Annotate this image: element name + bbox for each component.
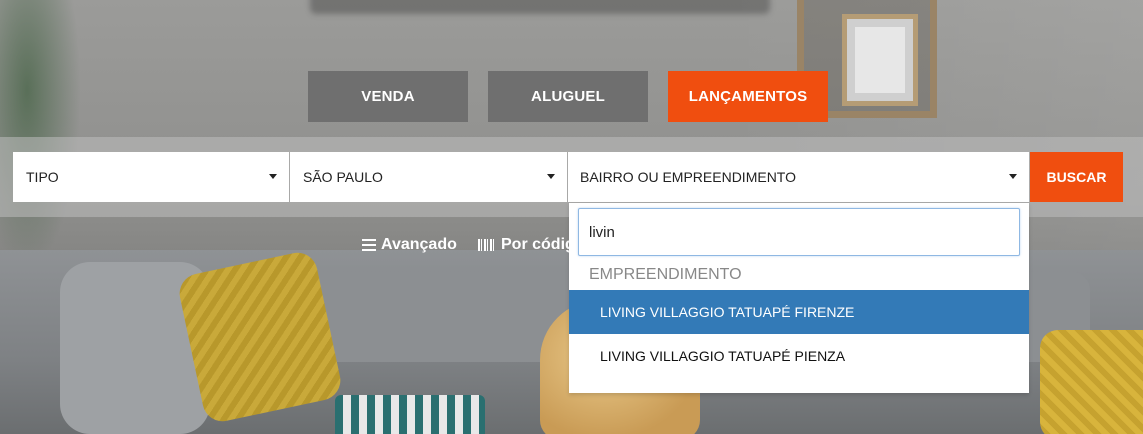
dropdown-option[interactable]: LIVING VILLAGGIO TATUAPÉ PIENZA [569, 334, 1029, 378]
yellow-pillow-right [1040, 330, 1143, 434]
caret-down-icon [1009, 174, 1017, 179]
dropdown-option[interactable]: LIVING VILLAGGIO TATUAPÉ FIRENZE [569, 290, 1029, 334]
por-codigo-link[interactable]: Por códig [478, 236, 575, 254]
tab-venda[interactable]: VENDA [308, 71, 468, 122]
caret-down-icon [269, 174, 277, 179]
bairro-dropdown: EMPREENDIMENTO LIVING VILLAGGIO TATUAPÉ … [569, 203, 1029, 393]
tipo-select-value: TIPO [26, 169, 59, 185]
bairro-select[interactable]: BAIRRO OU EMPREENDIMENTO [568, 152, 1029, 202]
avancado-link[interactable]: Avançado [362, 236, 457, 254]
patterned-pillow [335, 395, 485, 434]
barcode-icon [478, 239, 496, 251]
tab-aluguel[interactable]: ALUGUEL [488, 71, 648, 122]
picture-frame [842, 14, 918, 106]
tipo-select[interactable]: TIPO [13, 152, 289, 202]
dropdown-group-label: EMPREENDIMENTO [589, 266, 742, 283]
blurred-heading [310, 0, 770, 14]
dropdown-search-input[interactable] [578, 208, 1020, 256]
menu-icon [362, 239, 376, 251]
bairro-select-value: BAIRRO OU EMPREENDIMENTO [580, 169, 796, 185]
buscar-button[interactable]: BUSCAR [1030, 152, 1123, 202]
avancado-label: Avançado [381, 236, 457, 253]
tab-lancamentos[interactable]: LANÇAMENTOS [668, 71, 828, 122]
cidade-select[interactable]: SÃO PAULO [290, 152, 567, 202]
por-codigo-label: Por códig [501, 236, 575, 253]
caret-down-icon [547, 174, 555, 179]
cidade-select-value: SÃO PAULO [303, 169, 383, 185]
